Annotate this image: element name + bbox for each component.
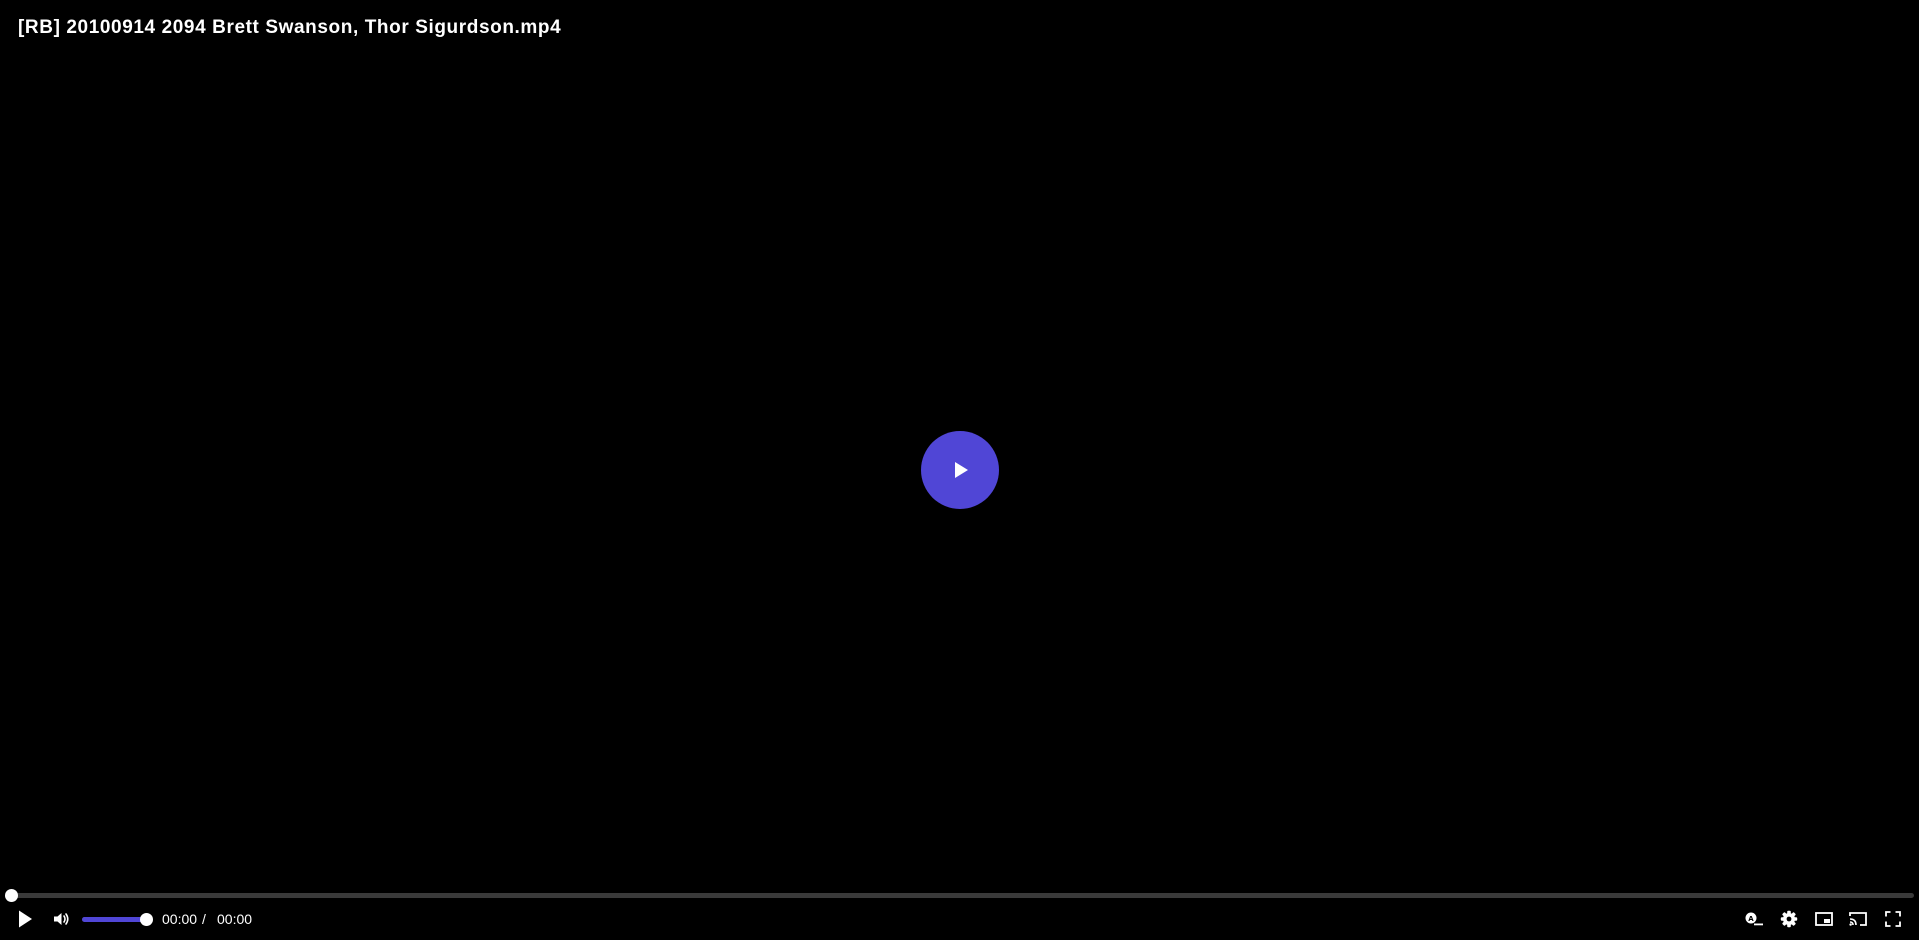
video-title: [RB] 20100914 2094 Brett Swanson, Thor S… [18,17,562,38]
play-button[interactable] [12,904,38,934]
control-bar: 00:00 / 00:00 A [0,904,1919,934]
volume-slider[interactable] [82,913,153,926]
captions-icon: A [1745,912,1763,926]
gear-icon [1780,910,1798,928]
cast-icon [1849,912,1867,926]
picture-in-picture-icon [1815,912,1833,926]
volume-icon [54,913,69,925]
cast-button[interactable] [1846,904,1870,934]
fullscreen-icon [1885,911,1901,927]
time-separator: / [202,911,206,927]
seek-bar-handle[interactable] [5,889,18,902]
fullscreen-button[interactable] [1881,904,1905,934]
play-icon [955,462,968,478]
settings-button[interactable] [1777,904,1801,934]
big-play-button[interactable] [921,431,999,509]
volume-slider-handle[interactable] [140,913,153,926]
duration: 00:00 [217,911,253,927]
current-time: 00:00 [162,911,198,927]
captions-button[interactable]: A [1742,904,1766,934]
video-player[interactable]: [RB] 20100914 2094 Brett Swanson, Thor S… [0,0,1919,940]
mute-button[interactable] [49,904,73,934]
picture-in-picture-button[interactable] [1812,904,1836,934]
svg-text:A: A [1748,915,1754,923]
seek-bar[interactable] [5,889,1914,902]
volume-slider-fill [82,917,146,922]
play-icon [19,910,32,928]
